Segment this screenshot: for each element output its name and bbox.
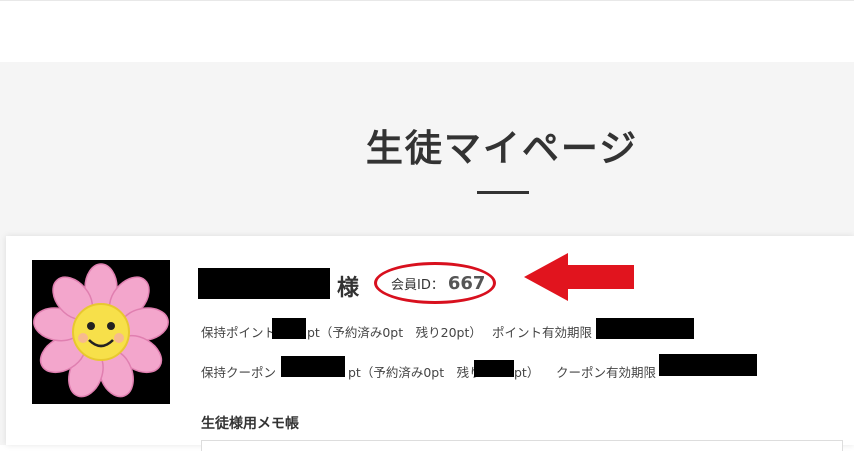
points-detail: pt（予約済み0pt 残り20pt） — [307, 325, 482, 340]
redacted-points-value — [272, 318, 306, 339]
page-title: 生徒マイページ — [365, 127, 639, 170]
redacted-student-name — [198, 268, 330, 299]
site-header — [0, 0, 854, 62]
red-arrow-icon — [524, 253, 634, 301]
coupons-detail-tail: pt） — [514, 365, 540, 380]
flower-smiley-icon — [32, 260, 170, 404]
coupons-label: 保持クーポン — [201, 365, 277, 380]
points-label: 保持ポイント — [201, 325, 277, 340]
annotation-circle — [374, 262, 496, 304]
redacted-points-expiry — [596, 318, 694, 339]
memo-heading: 生徒様用メモ帳 — [201, 416, 299, 432]
coupons-detail: pt（予約済み0pt 残り — [348, 365, 482, 380]
redacted-coupon-expiry — [659, 354, 757, 376]
redacted-coupon-remaining — [474, 360, 514, 377]
points-expiry-label: ポイント有効期限 — [492, 325, 593, 340]
redacted-coupon-value — [281, 356, 345, 377]
title-divider — [477, 191, 529, 194]
honorific: 様 — [337, 276, 360, 301]
memo-textarea[interactable] — [201, 440, 843, 451]
coupons-expiry-label: クーポン有効期限 — [556, 365, 657, 380]
avatar — [32, 260, 170, 404]
